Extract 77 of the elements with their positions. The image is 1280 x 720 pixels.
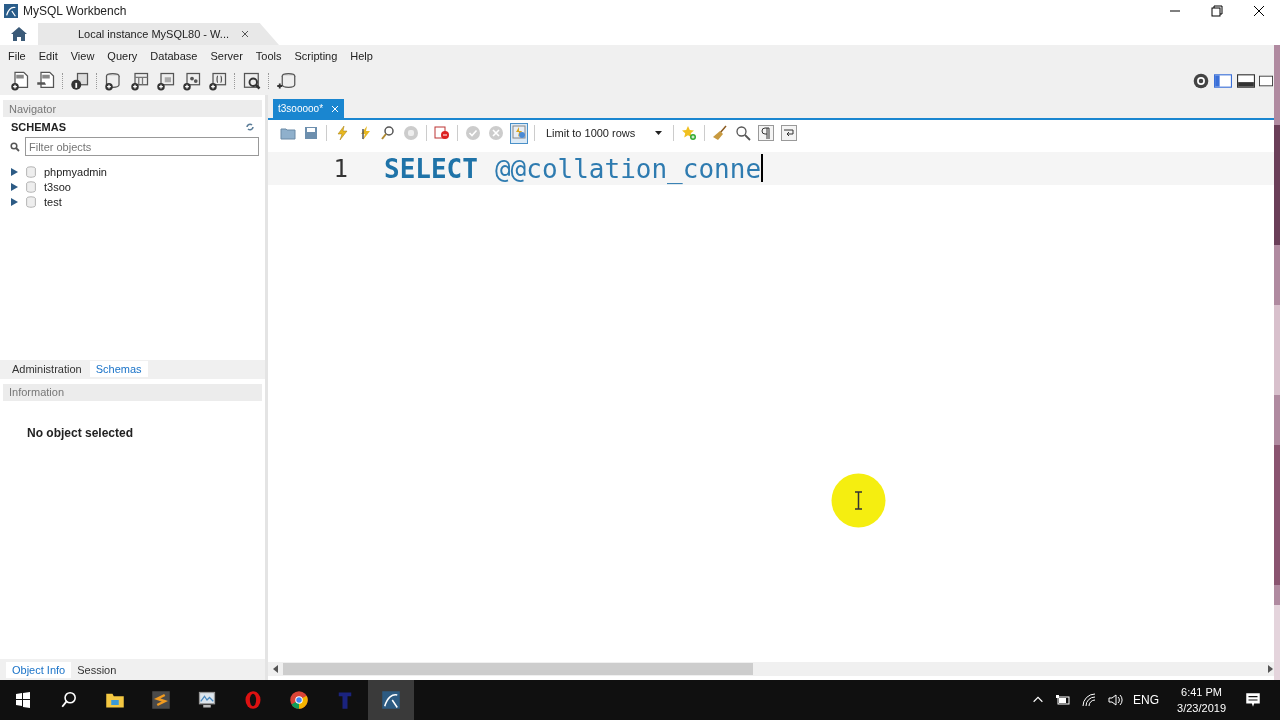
language-indicator[interactable]: ENG xyxy=(1133,693,1160,707)
windows-start-icon[interactable] xyxy=(15,692,31,708)
save-icon[interactable] xyxy=(303,125,319,141)
menu-item[interactable]: Database xyxy=(145,50,206,62)
database-icon xyxy=(24,164,38,179)
sql-variable: @@collation_conne xyxy=(494,153,762,184)
search-icon xyxy=(10,141,20,152)
filter-field[interactable]: Filter objects xyxy=(25,137,259,156)
panel-tab[interactable]: Administration xyxy=(6,361,88,377)
toggle-error-icon[interactable] xyxy=(434,125,450,141)
info-message: No object selected xyxy=(26,424,135,442)
menu-item[interactable]: Help xyxy=(345,50,381,62)
refresh-icon[interactable] xyxy=(245,122,255,132)
navigator-header: Navigator xyxy=(3,100,262,117)
scroll-right-icon[interactable] xyxy=(1266,665,1274,673)
wrap-icon[interactable] xyxy=(781,125,798,141)
clock[interactable]: 6:41 PM 3/23/2019 xyxy=(1169,684,1234,716)
search-icon[interactable] xyxy=(60,691,78,709)
pilcrow-icon[interactable] xyxy=(758,125,775,141)
output-toggle-icon[interactable] xyxy=(1236,72,1256,90)
menu-item[interactable]: Tools xyxy=(250,50,290,62)
panel-tab[interactable]: Schemas xyxy=(89,361,148,377)
menu-item[interactable]: Query xyxy=(102,50,146,62)
editor-app-icon[interactable] xyxy=(151,690,171,710)
wifi-icon[interactable] xyxy=(1081,692,1098,708)
new-view-icon[interactable] xyxy=(156,71,176,91)
new-routine-icon[interactable] xyxy=(182,71,202,91)
database-icon xyxy=(24,179,38,194)
monitor-app-icon[interactable] xyxy=(197,690,217,710)
menu-item[interactable]: Scripting xyxy=(289,50,346,62)
scroll-left-icon[interactable] xyxy=(272,665,280,673)
menu-item[interactable]: Edit xyxy=(33,50,66,62)
menu-item[interactable]: Server xyxy=(205,50,251,62)
row-limit-dropdown[interactable]: Limit to 1000 rows xyxy=(542,123,667,143)
info-database-icon[interactable] xyxy=(70,71,90,91)
panel-tab[interactable]: Object Info xyxy=(6,661,72,678)
new-sql-file-icon[interactable] xyxy=(10,71,30,91)
expand-arrow-icon[interactable] xyxy=(10,197,18,206)
sql-keyword: SELECT xyxy=(384,153,478,184)
star-add-icon[interactable] xyxy=(681,125,698,141)
expand-arrow-icon[interactable] xyxy=(10,182,18,191)
app-logo-icon xyxy=(4,4,18,18)
schema-name[interactable]: phpmyadmin xyxy=(44,165,107,178)
expand-arrow-icon[interactable] xyxy=(10,167,18,176)
find-icon[interactable] xyxy=(735,125,752,141)
information-header: Information xyxy=(3,383,262,401)
browser-o-icon[interactable] xyxy=(243,690,263,710)
magnifier-icon[interactable] xyxy=(380,125,396,141)
workbench-app-icon[interactable] xyxy=(381,690,401,710)
window-title: MySQL Workbench xyxy=(23,4,127,18)
menu-item[interactable]: File xyxy=(3,50,34,62)
open-sql-file-icon[interactable] xyxy=(36,71,56,91)
broom-icon[interactable] xyxy=(712,125,729,141)
autocommit-icon[interactable] xyxy=(511,123,527,140)
close-icon[interactable] xyxy=(241,30,249,38)
reconnect-database-icon[interactable] xyxy=(276,71,296,91)
new-table-icon[interactable] xyxy=(130,71,150,91)
connection-tab[interactable]: Local instance MySQL80 - W... xyxy=(38,23,279,45)
editor-tab[interactable]: t3sooooo* xyxy=(273,99,345,118)
database-icon xyxy=(24,194,38,209)
settings-icon[interactable] xyxy=(1192,72,1210,90)
line-number: 1 xyxy=(332,154,348,183)
speaker-icon[interactable] xyxy=(1107,692,1124,708)
new-function-icon[interactable] xyxy=(208,71,228,91)
menu-item[interactable]: View xyxy=(65,50,103,62)
sidebar-toggle-icon[interactable] xyxy=(1213,72,1233,90)
caret-icon xyxy=(655,131,663,135)
home-icon[interactable] xyxy=(10,26,28,42)
browser-icon[interactable] xyxy=(289,690,309,710)
section-title: SCHEMAS xyxy=(11,121,66,133)
search-table-icon[interactable] xyxy=(242,71,262,91)
schema-name[interactable]: test xyxy=(44,195,62,208)
schema-name[interactable]: t3soo xyxy=(44,180,71,193)
cursor-highlight-icon xyxy=(831,473,886,528)
battery-icon[interactable] xyxy=(1055,692,1072,708)
panel-tab[interactable]: Session xyxy=(71,661,123,678)
scrollbar-thumb[interactable] xyxy=(283,663,753,675)
